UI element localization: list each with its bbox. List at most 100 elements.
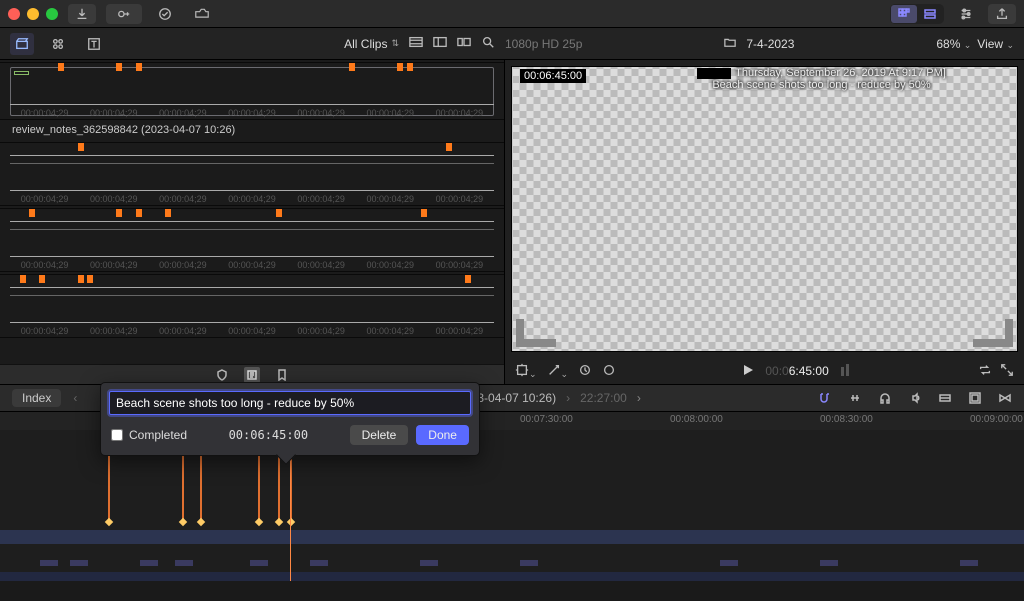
inspector-toggle-button[interactable] <box>952 4 980 24</box>
solo-button[interactable] <box>906 389 924 407</box>
titlebar-left <box>8 4 216 24</box>
viewer: 00:06:45:00 Thursday, September 26, 2019… <box>505 60 1024 384</box>
share-icon <box>995 7 1009 21</box>
loop-button[interactable] <box>978 363 992 380</box>
download-icon <box>75 7 89 21</box>
color-correct-button[interactable] <box>602 363 616 380</box>
marker-done-button[interactable]: Done <box>416 425 469 445</box>
keyword-editor-button[interactable] <box>106 4 142 24</box>
clip-size-icon <box>457 35 471 49</box>
play-button[interactable] <box>741 363 755 380</box>
view-menu-button[interactable]: View ⌄ <box>977 37 1014 51</box>
project-folder-icon <box>724 36 736 51</box>
photos-sidebar-button[interactable] <box>46 37 70 51</box>
safe-zone-corner-icon <box>516 319 556 347</box>
retime-icon <box>578 363 592 377</box>
viewer-toolbar: 1080p HD 25p 7-4-2023 68% ⌄ View ⌄ <box>505 36 1024 51</box>
close-window-button[interactable] <box>8 8 20 20</box>
browser-clip[interactable]: 00:00:04;2900:00:04;2900:00:04;2900:00:0… <box>0 208 504 272</box>
effects-browser-icon <box>969 392 981 404</box>
timeline-index-button[interactable]: Index <box>12 389 61 407</box>
overlay-line1: Thursday, September 26, 2019 At 9:17 PM] <box>735 67 946 79</box>
effects-browser-button[interactable] <box>966 389 984 407</box>
clapper-icon <box>15 37 29 51</box>
transform-icon <box>515 363 529 377</box>
transport-timecode[interactable]: 00:06:45:00 <box>765 364 828 378</box>
import-button[interactable] <box>68 4 96 24</box>
workspace-toggle-timeline[interactable] <box>917 5 943 23</box>
timeline-history-back[interactable]: ‹ <box>73 391 77 405</box>
marker-text-input[interactable] <box>109 391 471 415</box>
clip-appearance-button[interactable] <box>457 35 471 52</box>
shield-icon <box>216 369 228 381</box>
folder-icon <box>724 36 736 48</box>
list-view-button[interactable] <box>433 35 447 52</box>
audio-lane[interactable] <box>0 572 1024 581</box>
marker-delete-button[interactable]: Delete <box>350 425 409 445</box>
library-button[interactable] <box>10 33 34 55</box>
fullscreen-button[interactable] <box>1000 363 1014 380</box>
completed-label: Completed <box>129 428 187 442</box>
audio-skimming-button[interactable] <box>876 389 894 407</box>
timeline-nav-next[interactable]: › <box>637 391 641 405</box>
minimize-window-button[interactable] <box>27 8 39 20</box>
note-tab[interactable] <box>244 367 260 383</box>
browser-search-button[interactable] <box>481 35 495 52</box>
primary-storyline[interactable] <box>0 530 1024 544</box>
workspace-toggle <box>890 4 944 24</box>
browser-clip[interactable]: 00:00:04;2900:00:04;2900:00:04;2900:00:0… <box>0 274 504 338</box>
favorite-tab[interactable] <box>214 367 230 383</box>
browser-viewer-toolbar: All Clips ⇅ 1080p HD 25p 7-4-2023 68% ⌄ … <box>0 28 1024 60</box>
transitions-browser-button[interactable] <box>996 389 1014 407</box>
clip-filter-dropdown[interactable]: All Clips ⇅ <box>344 37 399 51</box>
zoom-level-label: 68% <box>936 37 960 51</box>
timeline-duration: 22:27:00 <box>580 391 627 405</box>
transitions-icon <box>999 392 1011 404</box>
background-tasks-button[interactable] <box>152 4 178 24</box>
marker-timecode: 00:06:45:00 <box>229 428 308 442</box>
marker-type-tabs <box>0 364 504 384</box>
sliders-icon <box>959 7 973 21</box>
share-button[interactable] <box>988 4 1016 24</box>
skim-icon <box>849 392 861 404</box>
completed-checkbox-input[interactable] <box>111 429 123 441</box>
timeline-history-fwd[interactable]: › <box>566 391 570 405</box>
safe-zone-corner-icon <box>973 319 1013 347</box>
viewer-canvas[interactable]: 00:06:45:00 Thursday, September 26, 2019… <box>511 66 1018 352</box>
project-name-label[interactable]: 7-4-2023 <box>746 37 794 51</box>
marker-edit-popup: Completed 00:06:45:00 Delete Done <box>100 382 480 456</box>
titles-t-icon <box>87 37 101 51</box>
overlay-line2: Beach scene shots too long - reduce by 5… <box>642 79 1001 91</box>
chapter-tab[interactable] <box>274 367 290 383</box>
color-wheel-icon <box>602 363 616 377</box>
skimming-button[interactable] <box>846 389 864 407</box>
main-area: 00:00:04;2900:00:04;2900:00:04;2900:00:0… <box>0 60 1024 384</box>
snap-button[interactable] <box>816 389 834 407</box>
browser-clip[interactable]: 00:00:04;2900:00:04;2900:00:04;2900:00:0… <box>0 142 504 206</box>
key-icon <box>117 7 131 21</box>
effects-tool-button[interactable]: ⌄ <box>547 363 569 380</box>
ruler-tick: 00:09:00:00 <box>970 414 1023 425</box>
maximize-window-button[interactable] <box>46 8 58 20</box>
zoom-level-dropdown[interactable]: 68% ⌄ <box>936 37 971 51</box>
marker-completed-checkbox[interactable]: Completed <box>111 428 187 442</box>
search-icon <box>481 35 495 49</box>
clip-appearance-button[interactable] <box>936 389 954 407</box>
browser-clip[interactable]: 00:00:04;2900:00:04;2900:00:04;2900:00:0… <box>0 62 504 120</box>
retime-button[interactable] <box>578 363 592 380</box>
titles-sidebar-button[interactable] <box>82 37 106 51</box>
snap-icon <box>819 392 831 404</box>
audio-meters-icon[interactable] <box>839 363 853 380</box>
meters-icon <box>839 363 853 377</box>
workspace-toggle-browser[interactable] <box>891 5 917 23</box>
transform-tool-button[interactable]: ⌄ <box>515 363 537 380</box>
checkmark-circle-icon <box>158 7 172 21</box>
favorite-range-icon <box>14 71 29 75</box>
photos-icon <box>51 37 65 51</box>
viewer-transport: ⌄ ⌄ 00:06:45:00 <box>505 358 1024 384</box>
filmstrip-view-button[interactable] <box>409 35 423 52</box>
ruler-tick: 00:08:30:00 <box>820 414 873 425</box>
browser-toolbar: All Clips ⇅ <box>0 33 505 55</box>
render-button[interactable] <box>188 4 216 24</box>
solo-icon <box>909 392 921 404</box>
